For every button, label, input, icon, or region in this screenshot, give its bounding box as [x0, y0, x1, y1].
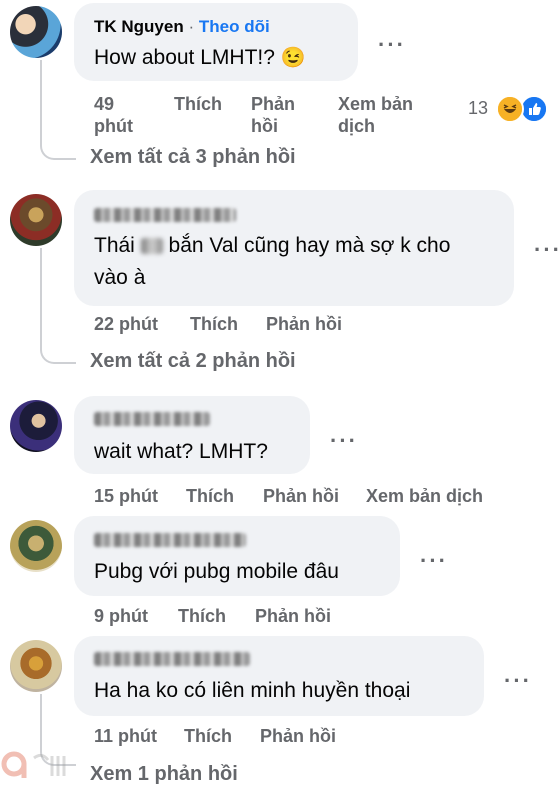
author-name-redacted[interactable]: [94, 208, 236, 222]
like-button[interactable]: Thích: [178, 605, 226, 627]
reaction-count[interactable]: 13: [468, 97, 488, 119]
watermark-logo: [0, 748, 80, 784]
avatar[interactable]: [10, 6, 62, 58]
thread-line: [40, 60, 42, 144]
reply-button[interactable]: Phản hồi: [255, 605, 331, 627]
avatar[interactable]: [10, 640, 62, 692]
avatar[interactable]: [10, 194, 62, 246]
author-name-redacted[interactable]: [94, 412, 210, 426]
reply-button[interactable]: Phản hồi: [260, 725, 336, 747]
redacted-word: [140, 238, 163, 255]
haha-reaction-icon: [496, 95, 524, 123]
reply-button[interactable]: Phản hồi: [266, 313, 342, 335]
more-options-button[interactable]: ···: [378, 34, 406, 56]
more-options-button[interactable]: ···: [534, 239, 560, 261]
comment-text-content: How about LMHT!?: [94, 46, 275, 69]
like-button[interactable]: Thích: [184, 725, 232, 747]
more-options-button[interactable]: ···: [504, 670, 532, 692]
translate-link[interactable]: Xem bản dịch: [366, 485, 483, 507]
comment-text-part1: Thái: [94, 234, 135, 257]
author-name-redacted[interactable]: [94, 652, 250, 666]
thread-line: [40, 694, 42, 750]
reply-button[interactable]: Phản hồi: [251, 93, 305, 137]
comment-time[interactable]: 9 phút: [94, 605, 148, 627]
avatar[interactable]: [10, 400, 62, 452]
avatar[interactable]: [10, 520, 62, 572]
author-name[interactable]: TK Nguyen · Theo dõi: [94, 17, 270, 37]
wink-emoji-icon: 😉: [280, 47, 306, 69]
thread-connector: [40, 342, 76, 364]
follow-button[interactable]: Theo dõi: [199, 17, 270, 36]
thread-line: [40, 248, 42, 348]
comment-time[interactable]: 11 phút: [94, 725, 157, 747]
translate-link[interactable]: Xem bản dịch: [338, 93, 434, 137]
more-options-button[interactable]: ···: [330, 430, 358, 452]
separator: ·: [188, 17, 195, 36]
comment-text: Thái bắn Val cũng hay mà sợ k cho vào à: [94, 230, 484, 294]
comment-time[interactable]: 15 phút: [94, 485, 158, 507]
like-reaction-icon: [520, 95, 548, 123]
like-button[interactable]: Thích: [190, 313, 238, 335]
author-name-text[interactable]: TK Nguyen: [94, 17, 184, 36]
comment-text: How about LMHT!? 😉: [94, 42, 306, 74]
view-replies-link[interactable]: Xem 1 phản hồi: [90, 763, 238, 786]
like-button[interactable]: Thích: [186, 485, 234, 507]
reply-button[interactable]: Phản hồi: [263, 485, 339, 507]
comment-text: Ha ha ko có liên minh huyền thoại: [94, 679, 411, 702]
comment-text: Pubg với pubg mobile đâu: [94, 560, 339, 583]
more-options-button[interactable]: ···: [420, 550, 448, 572]
like-button[interactable]: Thích: [174, 93, 222, 115]
comment-text: wait what? LMHT?: [94, 440, 268, 463]
comment-time[interactable]: 49 phút: [94, 93, 144, 137]
author-name-redacted[interactable]: [94, 533, 246, 547]
view-replies-link[interactable]: Xem tất cả 2 phản hồi: [90, 350, 296, 373]
comment-time[interactable]: 22 phút: [94, 313, 158, 335]
thread-connector: [40, 138, 76, 160]
view-replies-link[interactable]: Xem tất cả 3 phản hồi: [90, 146, 296, 169]
